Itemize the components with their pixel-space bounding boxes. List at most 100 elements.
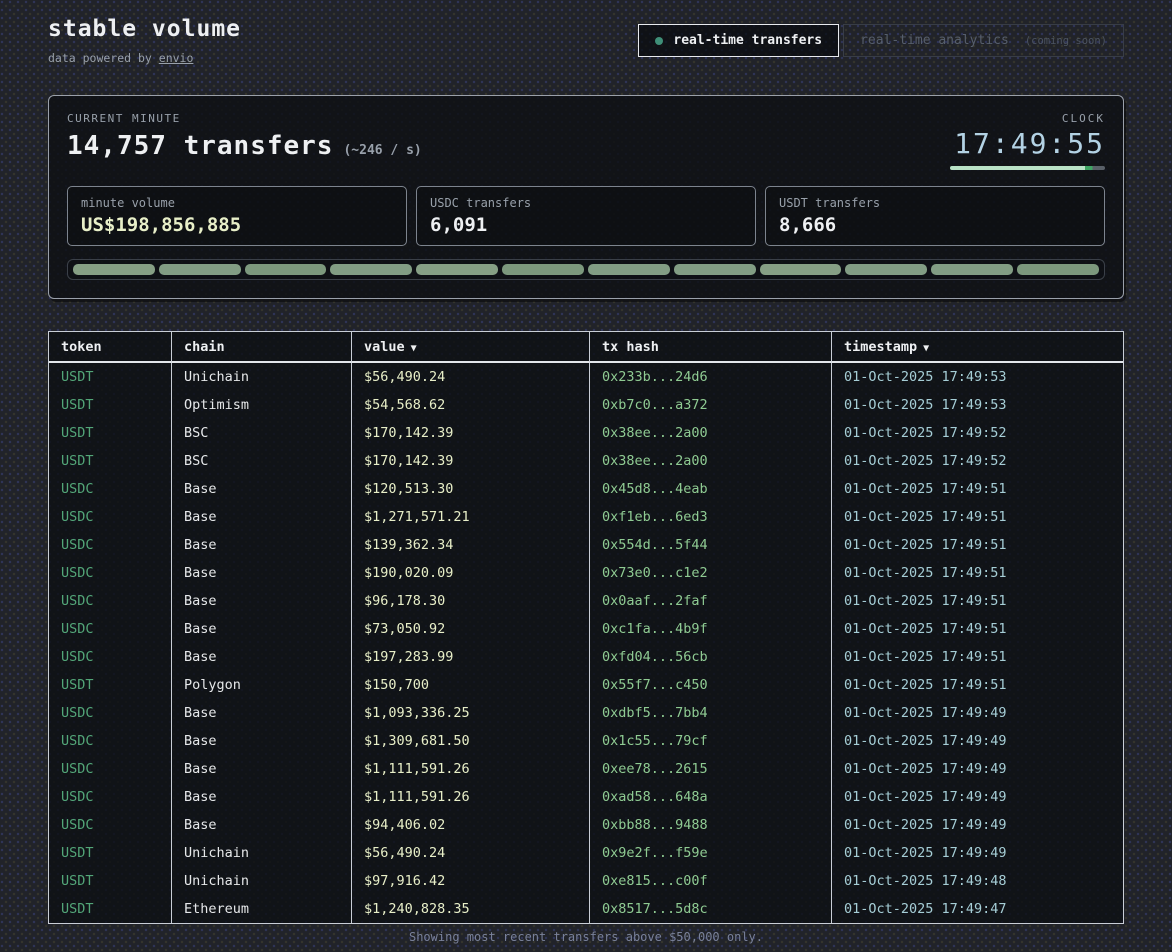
cell-tx-hash[interactable]: 0x0aaf...2faf: [589, 587, 831, 615]
activity-segment: [245, 264, 327, 275]
cell-token: USDT: [49, 447, 171, 475]
cell-timestamp: 01-Oct-2025 17:49:48: [831, 867, 1123, 895]
cell-value: $56,490.24: [351, 363, 589, 391]
cell-tx-hash[interactable]: 0xfd04...56cb: [589, 643, 831, 671]
activity-segment: [760, 264, 842, 275]
cell-tx-hash[interactable]: 0xee78...2615: [589, 755, 831, 783]
cell-tx-hash[interactable]: 0x554d...5f44: [589, 531, 831, 559]
cell-token: USDT: [49, 671, 171, 699]
cell-tx-hash[interactable]: 0xf1eb...6ed3: [589, 503, 831, 531]
col-header-chain[interactable]: chain: [171, 332, 351, 363]
stats-row: minute volume US$198,856,885 USDC transf…: [67, 186, 1105, 246]
cell-tx-hash[interactable]: 0xbb88...9488: [589, 811, 831, 839]
current-minute-panel: CURRENT MINUTE 14,757 transfers (~246 / …: [48, 95, 1124, 299]
activity-segment: [416, 264, 498, 275]
cell-chain: Base: [171, 475, 351, 503]
cell-tx-hash[interactable]: 0x73e0...c1e2: [589, 559, 831, 587]
cell-chain: Base: [171, 531, 351, 559]
cell-token: USDT: [49, 867, 171, 895]
tab-bar: real-time transfers real-time analytics …: [638, 24, 1124, 57]
stat-minute-volume: minute volume US$198,856,885: [67, 186, 407, 246]
cell-timestamp: 01-Oct-2025 17:49:51: [831, 503, 1123, 531]
cell-token: USDC: [49, 559, 171, 587]
cell-chain: Base: [171, 503, 351, 531]
col-header-value[interactable]: value▼: [351, 332, 589, 363]
cell-token: USDT: [49, 391, 171, 419]
cell-tx-hash[interactable]: 0xb7c0...a372: [589, 391, 831, 419]
cell-value: $94,406.02: [351, 811, 589, 839]
cell-chain: BSC: [171, 419, 351, 447]
cell-token: USDC: [49, 811, 171, 839]
cell-token: USDC: [49, 699, 171, 727]
cell-tx-hash[interactable]: 0x38ee...2a00: [589, 447, 831, 475]
envio-link[interactable]: envio: [159, 51, 194, 65]
transfer-count: 14,757 transfers: [67, 131, 333, 161]
cell-timestamp: 01-Oct-2025 17:49:51: [831, 475, 1123, 503]
cell-chain: Base: [171, 811, 351, 839]
stat-usdt-transfers: USDT transfers 8,666: [765, 186, 1105, 246]
subtitle-text: data powered by: [48, 51, 159, 65]
stat-value: US$198,856,885: [81, 214, 393, 236]
cell-tx-hash[interactable]: 0x38ee...2a00: [589, 419, 831, 447]
cell-chain: Base: [171, 727, 351, 755]
sort-desc-icon: ▼: [923, 343, 929, 354]
cell-timestamp: 01-Oct-2025 17:49:51: [831, 531, 1123, 559]
cell-token: USDT: [49, 895, 171, 923]
cell-tx-hash[interactable]: 0x45d8...4eab: [589, 475, 831, 503]
cell-tx-hash[interactable]: 0xe815...c00f: [589, 867, 831, 895]
cell-value: $197,283.99: [351, 643, 589, 671]
activity-segment-bar: [67, 259, 1105, 280]
transfers-table: token chain value▼ tx hash timestamp▼ US…: [48, 331, 1124, 924]
cell-token: USDC: [49, 531, 171, 559]
cell-value: $120,513.30: [351, 475, 589, 503]
activity-segment: [931, 264, 1013, 275]
cell-timestamp: 01-Oct-2025 17:49:51: [831, 615, 1123, 643]
cell-chain: Base: [171, 755, 351, 783]
cell-tx-hash[interactable]: 0xc1fa...4b9f: [589, 615, 831, 643]
cell-timestamp: 01-Oct-2025 17:49:49: [831, 699, 1123, 727]
cell-tx-hash[interactable]: 0x55f7...c450: [589, 671, 831, 699]
tab-real-time-transfers[interactable]: real-time transfers: [638, 24, 839, 57]
cell-tx-hash[interactable]: 0x9e2f...f59e: [589, 839, 831, 867]
footer-note: Showing most recent transfers above $50,…: [0, 930, 1172, 944]
stat-label: USDC transfers: [430, 196, 742, 210]
cell-value: $150,700: [351, 671, 589, 699]
cell-token: USDC: [49, 755, 171, 783]
cell-tx-hash[interactable]: 0xad58...648a: [589, 783, 831, 811]
subtitle: data powered by envio: [48, 51, 241, 65]
cell-value: $139,362.34: [351, 531, 589, 559]
tab-label: real-time analytics: [860, 33, 1009, 48]
cell-chain: Base: [171, 643, 351, 671]
clock-block: CLOCK 17:49:55: [950, 112, 1105, 170]
cell-token: USDC: [49, 587, 171, 615]
cell-chain: Base: [171, 699, 351, 727]
cell-value: $1,240,828.35: [351, 895, 589, 923]
cell-token: USDC: [49, 615, 171, 643]
tab-real-time-analytics[interactable]: real-time analytics (coming soon): [843, 24, 1124, 57]
cell-timestamp: 01-Oct-2025 17:49:51: [831, 643, 1123, 671]
sort-desc-icon: ▼: [411, 343, 417, 354]
cell-chain: Base: [171, 783, 351, 811]
cell-chain: Polygon: [171, 671, 351, 699]
cell-timestamp: 01-Oct-2025 17:49:49: [831, 811, 1123, 839]
col-header-token[interactable]: token: [49, 332, 171, 363]
activity-segment: [330, 264, 412, 275]
cell-value: $54,568.62: [351, 391, 589, 419]
cell-value: $56,490.24: [351, 839, 589, 867]
cell-tx-hash[interactable]: 0xdbf5...7bb4: [589, 699, 831, 727]
activity-segment: [845, 264, 927, 275]
cell-chain: Ethereum: [171, 895, 351, 923]
cell-value: $1,111,591.26: [351, 755, 589, 783]
cell-tx-hash[interactable]: 0x1c55...79cf: [589, 727, 831, 755]
cell-timestamp: 01-Oct-2025 17:49:51: [831, 587, 1123, 615]
activity-segment: [1017, 264, 1099, 275]
minute-summary: CURRENT MINUTE 14,757 transfers (~246 / …: [67, 112, 422, 161]
cell-tx-hash[interactable]: 0x233b...24d6: [589, 363, 831, 391]
cell-tx-hash[interactable]: 0x8517...5d8c: [589, 895, 831, 923]
cell-timestamp: 01-Oct-2025 17:49:49: [831, 839, 1123, 867]
col-header-tx-hash[interactable]: tx hash: [589, 332, 831, 363]
activity-segment: [73, 264, 155, 275]
cell-value: $1,271,571.21: [351, 503, 589, 531]
stat-label: minute volume: [81, 196, 393, 210]
col-header-timestamp[interactable]: timestamp▼: [831, 332, 1123, 363]
